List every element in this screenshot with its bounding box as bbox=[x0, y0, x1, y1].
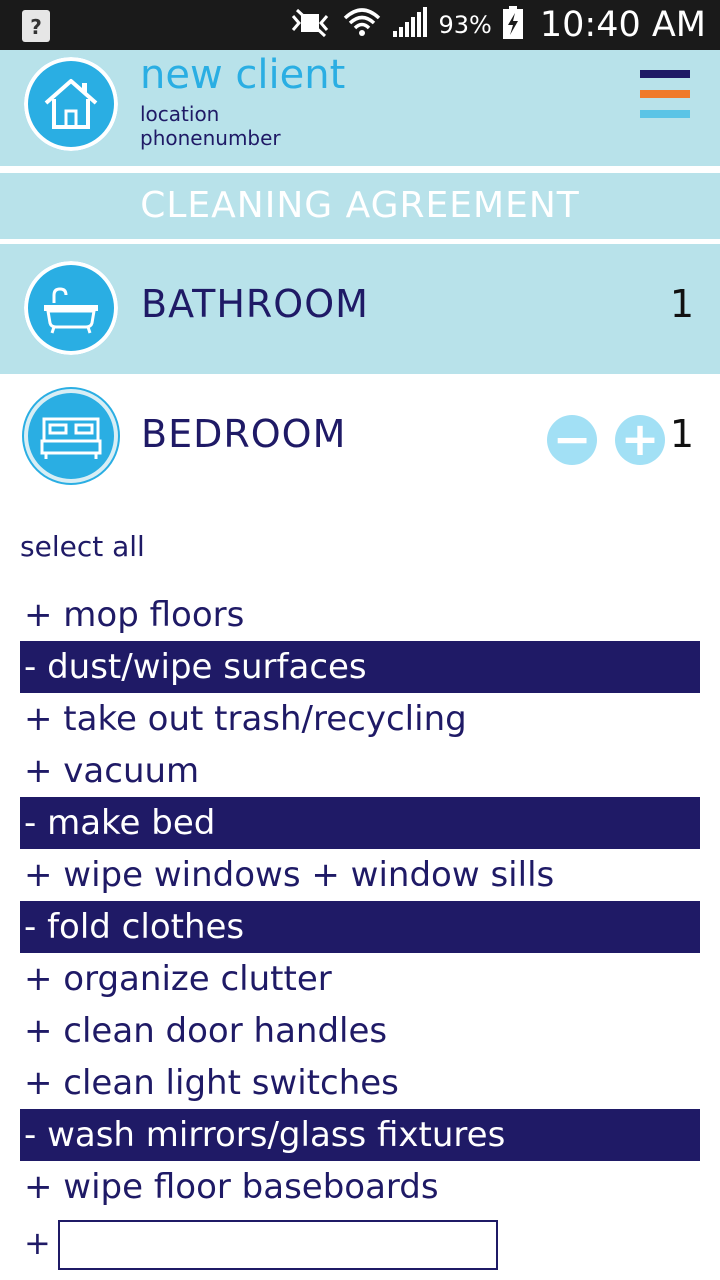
menu-bar-bottom bbox=[640, 110, 690, 118]
signal-icon bbox=[391, 7, 429, 43]
task-item[interactable]: + clean light switches bbox=[20, 1057, 700, 1109]
mute-icon bbox=[289, 8, 333, 42]
add-task-row: + bbox=[20, 1220, 700, 1272]
bathtub-icon bbox=[24, 261, 118, 355]
task-item[interactable]: + take out trash/recycling bbox=[20, 693, 700, 745]
room-count-bathroom: 1 bbox=[669, 282, 694, 326]
unknown-notification-icon: ? bbox=[22, 10, 50, 42]
client-phone: phonenumber bbox=[140, 126, 281, 150]
task-item-selected[interactable]: - make bed bbox=[20, 797, 700, 849]
custom-task-input[interactable] bbox=[58, 1220, 498, 1270]
room-label-bedroom: BEDROOM bbox=[141, 412, 347, 456]
task-item[interactable]: + clean door handles bbox=[20, 1005, 700, 1057]
client-header: new client location phonenumber bbox=[0, 50, 720, 166]
add-task-plus[interactable]: + bbox=[24, 1224, 51, 1262]
task-list: + mop floors - dust/wipe surfaces + take… bbox=[20, 589, 700, 1213]
task-item[interactable]: + mop floors bbox=[20, 589, 700, 641]
hamburger-menu-icon[interactable] bbox=[640, 70, 690, 120]
decrement-button[interactable]: − bbox=[547, 415, 597, 465]
task-item-selected[interactable]: - fold clothes bbox=[20, 901, 700, 953]
task-item[interactable]: + organize clutter bbox=[20, 953, 700, 1005]
task-item-selected[interactable]: - wash mirrors/glass fixtures bbox=[20, 1109, 700, 1161]
select-all-link[interactable]: select all bbox=[20, 530, 145, 563]
battery-percent: 93% bbox=[438, 11, 492, 39]
menu-bar-middle bbox=[640, 90, 690, 98]
wifi-icon bbox=[343, 6, 381, 44]
room-label-bathroom: BATHROOM bbox=[141, 282, 369, 326]
task-item[interactable]: + wipe windows + window sills bbox=[20, 849, 700, 901]
clock: 10:40 AM bbox=[539, 5, 706, 45]
task-item-selected[interactable]: - dust/wipe surfaces bbox=[20, 641, 700, 693]
battery-charging-icon bbox=[502, 6, 524, 44]
status-icons: 93% 10:40 AM bbox=[289, 0, 706, 50]
menu-bar-top bbox=[640, 70, 690, 78]
room-row-bedroom[interactable]: BEDROOM − + 1 bbox=[0, 374, 720, 504]
increment-button[interactable]: + bbox=[615, 415, 665, 465]
client-name[interactable]: new client bbox=[140, 52, 345, 98]
task-item[interactable]: + vacuum bbox=[20, 745, 700, 797]
status-bar: ? 93% 10:40 AM bbox=[0, 0, 720, 50]
agreement-title: CLEANING AGREEMENT bbox=[0, 173, 720, 239]
room-count-bedroom: 1 bbox=[669, 412, 694, 456]
room-row-bathroom[interactable]: BATHROOM 1 bbox=[0, 244, 720, 374]
client-location: location bbox=[140, 102, 220, 126]
bed-icon bbox=[24, 389, 118, 483]
task-item[interactable]: + wipe floor baseboards bbox=[20, 1161, 700, 1213]
house-icon[interactable] bbox=[24, 57, 118, 151]
